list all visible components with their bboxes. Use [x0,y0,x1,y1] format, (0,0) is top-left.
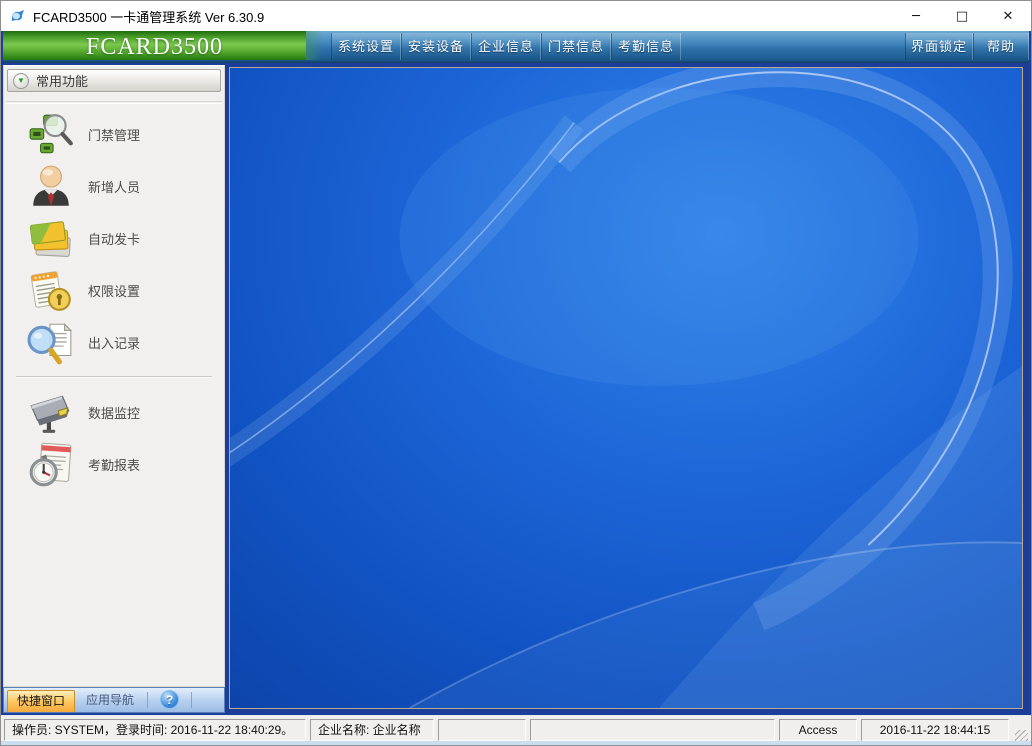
sidebar-tabbar: 快捷窗口 应用导航 ? [3,687,225,713]
menu-item-install-devices[interactable]: 安装设备 [401,33,471,60]
minimize-button[interactable]: ─ [893,1,939,31]
maximize-button[interactable]: □ [939,1,985,31]
status-empty-panel [530,719,775,741]
sidebar-item-label: 门禁管理 [88,125,140,144]
main-menu: 系统设置 安装设备 企业信息 门禁信息 考勤信息 [331,33,681,60]
sidebar-item-attendance-report[interactable]: 考勤报表 [4,438,224,490]
window-bottom-edge [1,741,1031,745]
statusbar: 操作员: SYSTEM，登录时间: 2016-11-22 18:40:29。 企… [1,715,1031,743]
sidebar-item-access-records[interactable]: 出入记录 [4,316,224,368]
brand-banner: FCARD3500 [3,31,306,63]
tabbar-separator [147,692,148,708]
tab-app-navigation[interactable]: 应用导航 [75,690,145,712]
status-operator: 操作员: SYSTEM，登录时间: 2016-11-22 18:40:29。 [4,719,306,741]
menu-item-help[interactable]: 帮助 [973,33,1029,60]
sidebar-divider [6,101,222,104]
sidebar-item-label: 出入记录 [88,333,140,352]
sidebar-item-label: 新增人员 [88,177,140,196]
sidebar-item-auto-card[interactable]: 自动发卡 [4,212,224,264]
wallpaper-art [230,68,1022,708]
window-controls: ─ □ ✕ [893,1,1031,31]
sidebar-item-data-monitor[interactable]: 数据监控 [4,386,224,438]
sidebar-item-access-management[interactable]: 门禁管理 [4,108,224,160]
app-icon [10,8,26,24]
status-company: 企业名称: 企业名称 [310,719,434,741]
tab-quick-window[interactable]: 快捷窗口 [7,690,75,712]
help-icon[interactable]: ? [160,690,179,709]
menu-item-company-info[interactable]: 企业信息 [471,33,541,60]
sidebar-item-add-person[interactable]: 新增人员 [4,160,224,212]
sidebar-header[interactable]: ▼ 常用功能 [7,69,221,92]
sidebar-item-permission-settings[interactable]: 权限设置 [4,264,224,316]
add-person-icon [27,163,75,209]
tabbar-separator [191,692,192,708]
status-clock: 2016-11-22 18:44:15 [861,719,1009,741]
access-search-icon [27,111,75,157]
permission-lock-icon [27,267,75,313]
window-title: FCARD3500 一卡通管理系统 Ver 6.30.9 [33,7,264,26]
sidebar: ▼ 常用功能 门禁管理 [3,65,225,687]
auto-card-icon [27,215,75,261]
attendance-report-icon [27,441,75,487]
status-empty-panel [438,719,526,741]
collapse-icon[interactable]: ▼ [13,73,29,89]
menu-item-lock-ui[interactable]: 界面锁定 [905,33,973,60]
menu-right: 界面锁定 帮助 [905,33,1029,60]
status-database: Access [779,719,857,741]
menu-item-access-info[interactable]: 门禁信息 [541,33,611,60]
brand-logo: FCARD3500 [86,34,223,61]
menubar: FCARD3500 系统设置 安装设备 企业信息 门禁信息 考勤信息 界面锁定 … [3,31,1029,63]
sidebar-item-label: 权限设置 [88,281,140,300]
sidebar-header-label: 常用功能 [36,71,88,90]
sidebar-item-label: 自动发卡 [88,229,140,248]
app-window: FCARD3500 一卡通管理系统 Ver 6.30.9 ─ □ ✕ FCARD… [0,0,1032,746]
menu-item-system-settings[interactable]: 系统设置 [331,33,401,60]
sidebar-item-label: 数据监控 [88,403,140,422]
sidebar-group-divider [16,376,212,378]
sidebar-item-label: 考勤报表 [88,455,140,474]
monitor-camera-icon [27,389,75,435]
records-search-icon [27,319,75,365]
main-workspace [229,67,1023,709]
close-button[interactable]: ✕ [985,1,1031,31]
menu-item-attendance-info[interactable]: 考勤信息 [611,33,681,60]
sidebar-items: 门禁管理 新增人员 [4,108,224,490]
titlebar: FCARD3500 一卡通管理系统 Ver 6.30.9 ─ □ ✕ [1,1,1031,31]
